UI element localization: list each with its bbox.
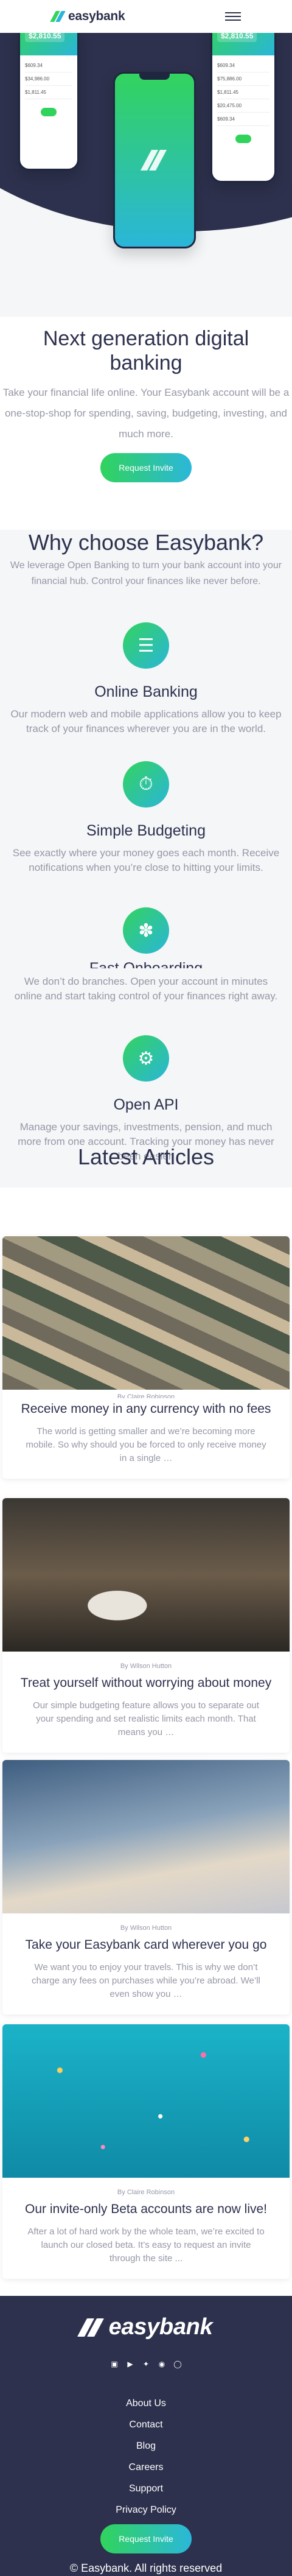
twitter-icon[interactable]: ✦ xyxy=(141,2359,151,2370)
article-card[interactable]: By Wilson Hutton Take your Easybank card… xyxy=(2,1760,290,2015)
footer-link-contact[interactable]: Contact xyxy=(0,2414,292,2435)
articles-section: Latest Articles By Claire Robinson Recei… xyxy=(0,1145,292,2279)
hero-subtitle: Take your financial life online. Your Ea… xyxy=(2,387,290,440)
logo-mark-icon xyxy=(77,2318,104,2337)
footer-logo[interactable]: easybank xyxy=(0,2314,292,2340)
request-invite-button[interactable]: Request Invite xyxy=(100,453,192,482)
footer-link-about[interactable]: About Us xyxy=(0,2393,292,2414)
why-title: Why choose Easybank? xyxy=(28,530,264,555)
footer-brand-name: easybank xyxy=(108,2314,213,2340)
article-title[interactable]: Receive money in any currency with no fe… xyxy=(2,1401,290,1418)
article-image-restaurant xyxy=(2,1498,290,1652)
article-excerpt: Our simple budgeting feature allows you … xyxy=(33,1700,259,1737)
hero-content: Next generation digital banking Take you… xyxy=(0,326,292,482)
phone-row: $20,475.00 xyxy=(217,99,269,113)
feature-title: Simple Budgeting xyxy=(86,822,206,839)
articles-title: Latest Articles xyxy=(77,1145,215,1169)
hero-title: Next generation digital banking xyxy=(43,327,249,375)
footer-link-careers[interactable]: Careers xyxy=(0,2457,292,2478)
article-title[interactable]: Our invite-only Beta accounts are now li… xyxy=(2,2201,290,2218)
feature-fast-onboarding: ✽ Fast Onboarding We don’t do branches. … xyxy=(0,907,292,1004)
phone-button xyxy=(235,135,251,143)
phone-mockup-right: $2,810.55 $609.34 $75,886.00 $1,811.45 $… xyxy=(210,18,276,183)
article-excerpt: After a lot of hard work by the whole te… xyxy=(27,2226,265,2264)
article-author: By Wilson Hutton xyxy=(120,1663,172,1670)
phone-row: $609.34 xyxy=(25,59,72,72)
brand-name: easybank xyxy=(68,9,125,23)
brand-logo[interactable]: easybank xyxy=(50,9,125,24)
phone-row: $34,986.00 xyxy=(25,72,72,86)
phone-row: $1,811.45 xyxy=(25,86,72,99)
copyright-text: © Easybank. All rights reserved xyxy=(69,2562,223,2574)
phone-row: $1,811.45 xyxy=(217,86,269,99)
site-footer: easybank ▣ ▶ ✦ ◉ ◯ About Us Contact Blog… xyxy=(0,2296,292,2576)
footer-link-blog[interactable]: Blog xyxy=(0,2435,292,2457)
phone-mockup-left: $2,810.55 $609.34 $34,986.00 $1,811.45 xyxy=(18,18,79,171)
article-card[interactable]: By Claire Robinson Receive money in any … xyxy=(2,1236,290,1479)
facebook-icon[interactable]: ▣ xyxy=(109,2359,120,2370)
easybank-logo-icon xyxy=(140,150,167,171)
article-title[interactable]: Treat yourself without worrying about mo… xyxy=(2,1675,290,1692)
phone-row: $75,886.00 xyxy=(217,72,269,86)
feature-text: We don’t do branches. Open your account … xyxy=(14,976,278,1002)
feature-title: Online Banking xyxy=(94,683,198,700)
api-icon: ⚙ xyxy=(123,1035,169,1082)
article-title[interactable]: Take your Easybank card wherever you go xyxy=(2,1937,290,1954)
budgeting-icon: ⏱ xyxy=(123,761,169,808)
hamburger-icon[interactable] xyxy=(225,12,241,21)
pinterest-icon[interactable]: ◉ xyxy=(156,2359,167,2370)
footer-link-privacy[interactable]: Privacy Policy xyxy=(0,2499,292,2521)
footer-request-invite-button[interactable]: Request Invite xyxy=(100,2524,192,2553)
site-header: easybank xyxy=(0,0,292,33)
footer-link-support[interactable]: Support xyxy=(0,2478,292,2499)
why-subtitle: We leverage Open Banking to turn your ba… xyxy=(10,560,282,586)
feature-text: See exactly where your money goes each m… xyxy=(12,847,280,873)
feature-title: Open API xyxy=(113,1096,179,1113)
article-image-currency xyxy=(2,1236,290,1390)
online-banking-icon: ☰ xyxy=(123,622,169,669)
youtube-icon[interactable]: ▶ xyxy=(125,2359,136,2370)
hero-section: $2,810.55 $609.34 $34,986.00 $1,811.45 $… xyxy=(0,0,292,317)
article-image-plane xyxy=(2,1760,290,1913)
social-links: ▣ ▶ ✦ ◉ ◯ xyxy=(0,2359,292,2370)
article-card[interactable]: By Wilson Hutton Treat yourself without … xyxy=(2,1498,290,1753)
feature-online-banking: ☰ Online Banking Our modern web and mobi… xyxy=(0,622,292,736)
logo-mark-icon xyxy=(50,11,66,22)
article-author: By Claire Robinson xyxy=(117,1393,175,1398)
phone-row: $609.34 xyxy=(217,113,269,126)
footer-links: About Us Contact Blog Careers Support Pr… xyxy=(0,2393,292,2521)
phone-row: $609.34 xyxy=(217,59,269,72)
article-author: By Claire Robinson xyxy=(117,2189,175,2196)
onboarding-icon: ✽ xyxy=(123,907,169,954)
feature-simple-budgeting: ⏱ Simple Budgeting See exactly where you… xyxy=(0,761,292,875)
article-card[interactable]: By Claire Robinson Our invite-only Beta … xyxy=(2,2024,290,2279)
article-excerpt: We want you to enjoy your travels. This … xyxy=(32,1962,260,1999)
why-section: Why choose Easybank? We leverage Open Ba… xyxy=(0,530,292,1188)
feature-title: Fast Onboarding xyxy=(89,960,203,968)
phone-button xyxy=(41,108,57,116)
article-author: By Wilson Hutton xyxy=(120,1924,172,1932)
article-excerpt: The world is getting smaller and we’re b… xyxy=(26,1426,266,1463)
article-image-confetti xyxy=(2,2024,290,2178)
phone-mockup-center xyxy=(113,72,196,248)
feature-text: Our modern web and mobile applications a… xyxy=(10,708,282,734)
instagram-icon[interactable]: ◯ xyxy=(172,2359,183,2370)
phone-notch xyxy=(139,74,170,80)
